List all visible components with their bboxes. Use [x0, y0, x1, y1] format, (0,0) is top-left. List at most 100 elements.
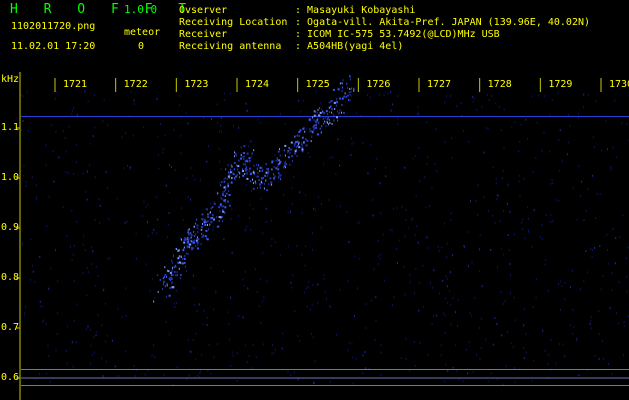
- file-datetime: 11.02.01 17:20: [11, 41, 96, 52]
- noise-dot: [405, 218, 407, 221]
- meteor-echo-point: [196, 241, 199, 244]
- noise-dot: [237, 126, 239, 129]
- noise-dot: [522, 228, 524, 231]
- meteor-echo-point: [323, 112, 326, 115]
- noise-dot: [415, 267, 417, 270]
- noise-dot: [335, 172, 337, 175]
- meteor-echo-point: [343, 95, 346, 98]
- noise-dot: [357, 287, 358, 290]
- info-label-location: Receiving Location: [179, 17, 288, 28]
- noise-dot: [423, 305, 425, 308]
- noise-dot: [259, 278, 261, 281]
- noise-dot: [249, 162, 251, 165]
- noise-dot: [446, 242, 448, 245]
- meteor-echo-point: [262, 168, 264, 171]
- noise-dot: [210, 118, 212, 121]
- noise-dot: [132, 134, 134, 137]
- meteor-echo-point: [197, 238, 200, 241]
- noise-dot: [450, 323, 452, 326]
- meteor-echo-point: [205, 208, 207, 211]
- noise-dot: [227, 311, 229, 314]
- noise-dot: [521, 221, 523, 224]
- meteor-echo-point: [326, 112, 328, 115]
- meteor-echo-point: [224, 195, 226, 198]
- noise-dot: [39, 300, 41, 303]
- noise-dot: [532, 306, 534, 309]
- noise-dot: [89, 164, 91, 167]
- noise-dot: [514, 366, 515, 369]
- meteor-echo-point: [320, 131, 322, 134]
- noise-dot: [467, 372, 469, 375]
- noise-dot: [545, 214, 547, 216]
- noise-dot: [76, 143, 77, 146]
- noise-dot: [92, 250, 94, 253]
- meteor-echo-point: [256, 175, 259, 178]
- noise-dot: [440, 354, 442, 357]
- noise-dot: [156, 97, 158, 100]
- app-version: 1.0.0: [124, 3, 158, 16]
- noise-dot: [90, 362, 91, 365]
- noise-dot: [50, 124, 52, 127]
- meteor-echo-point: [288, 146, 290, 149]
- noise-dot: [105, 340, 106, 343]
- meteor-echo-point: [312, 116, 314, 119]
- noise-dot: [590, 248, 592, 251]
- noise-dot: [94, 219, 96, 222]
- noise-dot: [372, 198, 374, 201]
- noise-dot: [75, 160, 77, 163]
- noise-dot: [599, 245, 601, 247]
- noise-dot: [415, 154, 417, 157]
- meteor-echo-point: [299, 129, 302, 132]
- noise-dot: [66, 325, 68, 328]
- noise-dot: [224, 99, 226, 101]
- noise-dot: [156, 232, 158, 235]
- noise-dot: [418, 282, 420, 285]
- noise-dot: [427, 247, 429, 250]
- noise-dot: [197, 228, 199, 230]
- meteor-echo-point: [227, 184, 229, 187]
- noise-dot: [600, 288, 602, 291]
- meteor-echo-point: [341, 82, 343, 85]
- meteor-echo-point: [177, 249, 180, 252]
- noise-dot: [304, 264, 306, 267]
- noise-dot: [220, 117, 222, 119]
- noise-dot: [456, 370, 458, 373]
- noise-dot: [389, 229, 391, 232]
- noise-dot: [571, 269, 573, 272]
- meteor-echo-point: [182, 258, 184, 261]
- noise-dot: [522, 218, 524, 221]
- noise-dot: [299, 339, 300, 342]
- noise-dot: [23, 314, 25, 317]
- noise-dot: [246, 225, 248, 228]
- noise-dot: [365, 367, 367, 370]
- meteor-echo-point: [201, 233, 203, 235]
- meteor-echo-point: [244, 163, 246, 166]
- meteor-echo-point: [213, 217, 215, 220]
- meteor-echo-point: [175, 264, 177, 267]
- noise-dot: [196, 309, 198, 312]
- info-value-receiver: : ICOM IC-575 53.7492(@LCD)MHz USB: [295, 29, 500, 40]
- noise-dot: [404, 293, 406, 296]
- meteor-echo-point: [190, 240, 192, 243]
- noise-dot: [231, 208, 233, 211]
- noise-dot: [236, 352, 238, 355]
- noise-dot: [220, 124, 222, 127]
- noise-dot: [372, 214, 374, 217]
- meteor-echo-point: [234, 151, 236, 154]
- noise-dot: [250, 367, 252, 370]
- noise-dot: [569, 124, 571, 127]
- noise-dot: [370, 96, 371, 99]
- meteor-echo-point: [350, 87, 352, 90]
- noise-dot: [594, 355, 596, 357]
- meteor-echo-point: [319, 107, 321, 110]
- noise-dot: [374, 338, 376, 341]
- noise-dot: [583, 279, 585, 282]
- noise-dot: [585, 210, 587, 212]
- noise-dot: [576, 339, 578, 342]
- noise-dot: [531, 379, 533, 382]
- noise-dot: [422, 264, 424, 267]
- meteor-echo-point: [279, 148, 280, 151]
- noise-dot: [379, 182, 381, 185]
- noise-dot: [160, 123, 161, 125]
- noise-dot: [187, 122, 189, 125]
